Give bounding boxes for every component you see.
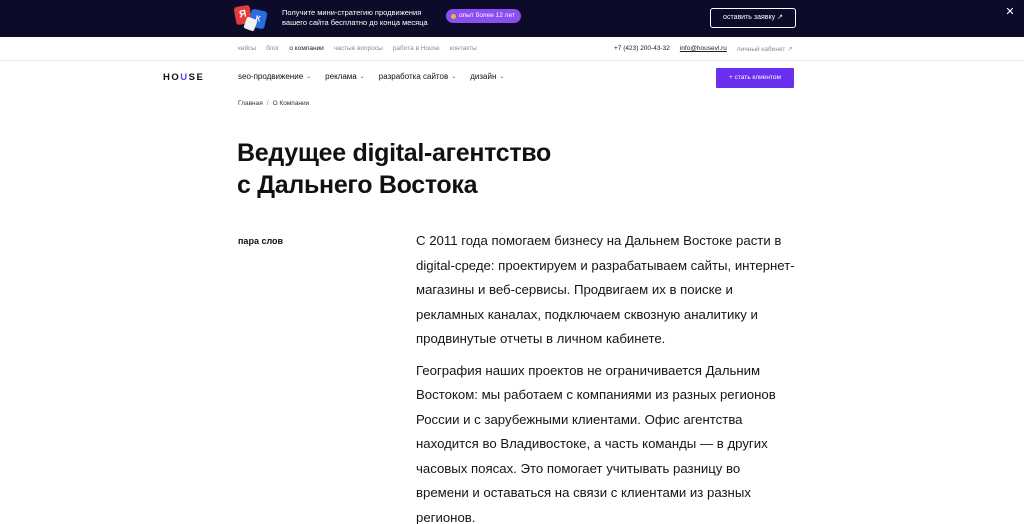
breadcrumb: Главная / О Компании [238, 100, 309, 107]
link-about[interactable]: о компании [289, 45, 323, 52]
menu-item-ads[interactable]: реклама ⌄ [325, 72, 365, 81]
page-title-line2: с Дальнего Востока [237, 171, 478, 199]
about-paragraph-2: География наших проектов не ограничивает… [416, 362, 776, 524]
email-link[interactable]: info@housevl.ru [680, 45, 727, 53]
secondary-links: кейсы блог о компании частые вопросы раб… [238, 45, 477, 52]
experience-badge-label: опыт более 12 лет [459, 12, 515, 19]
menu-item-seo[interactable]: seo-продвижение ⌄ [238, 72, 311, 81]
chevron-down-icon: ⌄ [451, 74, 457, 80]
brand-logo[interactable]: HOUSE [163, 72, 204, 83]
tile-icon [243, 16, 258, 32]
brand-logo-part: SE [188, 72, 205, 83]
chevron-down-icon: ⌄ [306, 74, 312, 80]
brand-logo-accent: U [180, 72, 189, 83]
link-blog[interactable]: блог [266, 45, 279, 52]
phone-link[interactable]: +7 (423) 200-43-32 [614, 45, 670, 53]
chevron-down-icon: ⌄ [499, 74, 505, 80]
brand-logo-part: HO [163, 72, 181, 83]
menu-item-label: seo-продвижение [238, 72, 304, 81]
menu-item-label: реклама [325, 72, 357, 81]
flame-icon [451, 13, 456, 19]
leave-request-button[interactable]: оставить заявку ↗ [710, 8, 796, 28]
contact-links: +7 (423) 200-43-32 info@housevl.ru личны… [614, 45, 793, 53]
promo-text-line2: вашего сайта бесплатно до конца месяца [282, 18, 428, 27]
link-contacts[interactable]: контакты [450, 45, 477, 52]
breadcrumb-current: О Компании [272, 100, 310, 107]
link-careers[interactable]: работа в House [393, 45, 440, 52]
section-label: пара слов [238, 236, 284, 246]
menu-item-label: дизайн [470, 72, 497, 81]
about-text: С 2011 года помогаем бизнесу на Дальнем … [416, 229, 796, 524]
main-nav: HOUSE seo-продвижение ⌄ реклама ⌄ разраб… [0, 62, 1024, 94]
become-client-button[interactable]: + стать клиентом [716, 68, 794, 88]
about-paragraph-1: С 2011 года помогаем бизнесу на Дальнем … [416, 233, 795, 346]
main-menu: seo-продвижение ⌄ реклама ⌄ разработка с… [238, 72, 504, 81]
secondary-nav: кейсы блог о компании частые вопросы раб… [0, 37, 1024, 61]
menu-item-design[interactable]: дизайн ⌄ [470, 72, 504, 81]
promo-text-line1: Получите мини-стратегию продвижения [282, 8, 422, 17]
cabinet-link[interactable]: личный кабинет ↗ [737, 45, 793, 53]
link-cases[interactable]: кейсы [238, 45, 256, 52]
close-icon[interactable]: ✕ [1004, 6, 1016, 18]
experience-badge: опыт более 12 лет [446, 9, 521, 23]
menu-item-label: разработка сайтов [378, 72, 449, 81]
promo-banner: Я К Получите мини-стратегию продвижения … [0, 0, 1024, 37]
breadcrumb-separator: / [266, 100, 269, 107]
page-title-line1: Ведущее digital-агентство [237, 139, 552, 167]
promo-text: Получите мини-стратегию продвижения ваше… [282, 8, 452, 28]
breadcrumb-home[interactable]: Главная [238, 100, 263, 107]
page-title: Ведущее digital-агентство с Дальнего Вос… [237, 137, 657, 201]
service-logos: Я К [233, 4, 273, 33]
link-faq[interactable]: частые вопросы [334, 45, 383, 52]
menu-item-web-dev[interactable]: разработка сайтов ⌄ [379, 72, 456, 81]
chevron-down-icon: ⌄ [359, 74, 365, 80]
